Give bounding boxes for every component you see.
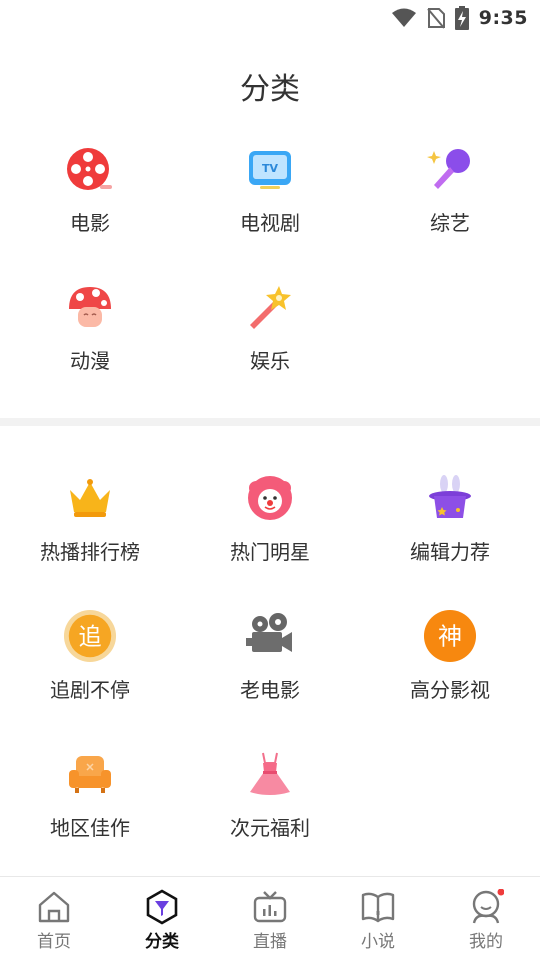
status-bar: 9:35 bbox=[0, 0, 540, 36]
svg-text:TV: TV bbox=[262, 162, 279, 175]
book-icon bbox=[361, 892, 395, 923]
tab-home[interactable]: 首页 bbox=[0, 877, 108, 961]
category-item-hot-stars[interactable]: 热门明星 bbox=[180, 474, 360, 604]
mushroom-icon bbox=[69, 287, 111, 327]
category-label: 电视剧 bbox=[240, 211, 300, 235]
tab-novel[interactable]: 小说 bbox=[324, 877, 432, 961]
category-label: 热播排行榜 bbox=[40, 540, 140, 564]
category-item-editor-picks[interactable]: 编辑力荐 bbox=[360, 474, 540, 604]
chase-badge-text: 追 bbox=[78, 625, 101, 651]
no-sim-icon bbox=[426, 8, 445, 29]
category-item-old-movies[interactable]: 老电影 bbox=[180, 612, 360, 742]
chase-badge-icon: 追 bbox=[63, 609, 117, 663]
category-item-movie[interactable]: 电影 bbox=[0, 145, 180, 275]
tab-category[interactable]: 分类 bbox=[108, 877, 216, 961]
god-badge-icon: 神 bbox=[423, 609, 477, 663]
sofa-icon bbox=[69, 756, 111, 793]
category-item-hot-ranking[interactable]: 热播排行榜 bbox=[0, 474, 180, 604]
crown-icon bbox=[70, 479, 110, 517]
battery-charging-icon bbox=[454, 6, 469, 30]
category-label: 热门明星 bbox=[230, 540, 310, 564]
film-reel-icon bbox=[67, 148, 112, 190]
clown-icon bbox=[248, 476, 292, 520]
home-icon bbox=[38, 891, 70, 923]
category-item-anime[interactable]: 动漫 bbox=[0, 283, 180, 413]
tab-label: 小说 bbox=[361, 932, 395, 952]
tab-label: 我的 bbox=[469, 932, 503, 952]
category-label: 地区佳作 bbox=[50, 816, 130, 840]
profile-icon bbox=[472, 889, 504, 924]
dress-icon bbox=[250, 752, 290, 795]
page-title: 分类 bbox=[240, 72, 300, 107]
category-icon bbox=[146, 889, 178, 925]
category-label: 电影 bbox=[70, 211, 110, 235]
category-label: 老电影 bbox=[240, 678, 300, 702]
tab-label: 分类 bbox=[145, 932, 179, 952]
tab-label: 首页 bbox=[37, 932, 71, 952]
microphone-icon bbox=[427, 149, 470, 189]
category-item-variety[interactable]: 综艺 bbox=[360, 145, 540, 275]
category-label: 娱乐 bbox=[250, 349, 290, 373]
tv-icon: TV bbox=[249, 151, 291, 189]
category-item-tv-series[interactable]: TV 电视剧 bbox=[180, 145, 360, 275]
category-label: 高分影视 bbox=[410, 678, 490, 702]
category-item-chase-drama[interactable]: 追 追剧不停 bbox=[0, 609, 180, 742]
magic-hat-icon bbox=[429, 475, 471, 518]
category-item-entertainment[interactable]: 娱乐 bbox=[180, 283, 360, 413]
movie-camera-icon bbox=[246, 613, 292, 652]
category-label: 动漫 bbox=[70, 349, 110, 373]
category-item-high-rated[interactable]: 神 高分影视 bbox=[360, 609, 540, 742]
category-item-regional[interactable]: 地区佳作 bbox=[0, 750, 180, 880]
status-time: 9:35 bbox=[478, 7, 528, 29]
category-item-anime-welfare[interactable]: 次元福利 bbox=[180, 750, 360, 880]
notification-dot bbox=[497, 889, 504, 896]
bottom-tab-bar: 首页 分类 直播 小说 我的 bbox=[0, 876, 540, 961]
tab-label: 直播 bbox=[253, 932, 287, 952]
magic-wand-icon bbox=[250, 286, 291, 329]
wifi-icon bbox=[391, 8, 416, 27]
category-label: 综艺 bbox=[430, 211, 470, 235]
tab-live[interactable]: 直播 bbox=[216, 877, 324, 961]
section-divider bbox=[0, 418, 540, 426]
god-badge-text: 神 bbox=[438, 623, 462, 651]
category-label: 编辑力荐 bbox=[410, 540, 490, 564]
category-label: 次元福利 bbox=[230, 816, 310, 840]
live-tv-icon bbox=[253, 891, 287, 923]
category-label: 追剧不停 bbox=[50, 678, 130, 702]
tab-profile[interactable]: 我的 bbox=[432, 877, 540, 961]
